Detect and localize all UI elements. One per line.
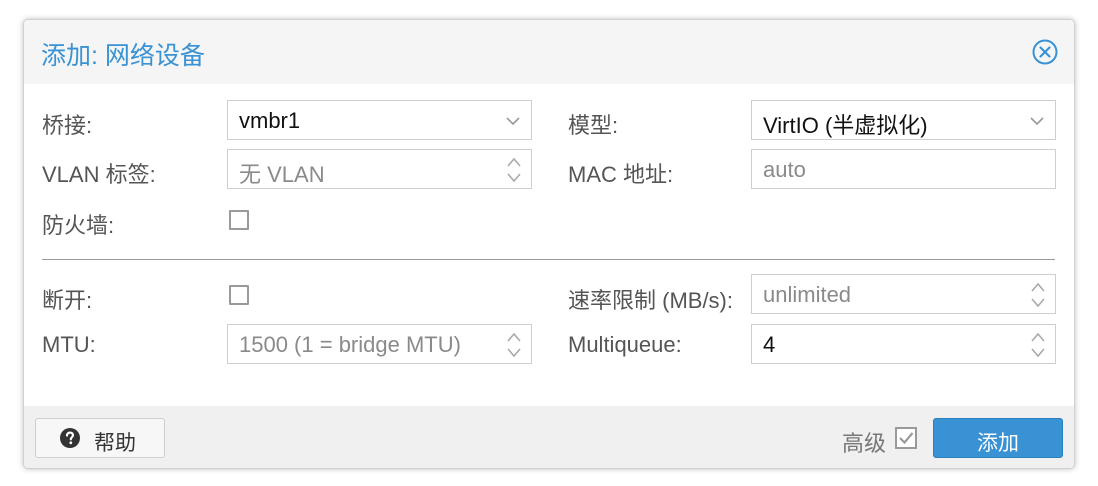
form-divider (42, 259, 1055, 260)
model-select[interactable]: VirtIO (半虚拟化) (751, 100, 1056, 140)
disconnect-checkbox[interactable] (229, 285, 249, 305)
advanced-label: 高级 (842, 431, 887, 456)
rate-limit-input[interactable]: unlimited (751, 274, 1056, 314)
spinner-icon[interactable] (506, 155, 522, 185)
chevron-down-icon[interactable] (505, 113, 521, 129)
dialog-footer: 帮助 高级 添加 (24, 406, 1074, 468)
multiqueue-value: 4 (763, 332, 776, 357)
close-icon[interactable] (1032, 39, 1058, 65)
mtu-placeholder: 1500 (1 = bridge MTU) (239, 332, 461, 357)
vlan-tag-label: VLAN 标签: (42, 162, 156, 187)
disconnect-label: 断开: (42, 288, 93, 313)
firewall-label: 防火墙: (42, 213, 115, 238)
dialog-titlebar: 添加: 网络设备 (24, 20, 1074, 84)
question-circle-icon (60, 428, 80, 448)
mtu-label: MTU: (42, 332, 96, 357)
mac-address-placeholder: auto (763, 157, 806, 182)
spinner-icon[interactable] (506, 330, 522, 360)
rate-limit-label: 速率限制 (MB/s): (568, 288, 733, 313)
bridge-value: vmbr1 (239, 108, 301, 133)
mac-address-label: MAC 地址: (568, 162, 674, 187)
multiqueue-label: Multiqueue: (568, 332, 682, 357)
multiqueue-input[interactable]: 4 (751, 324, 1056, 364)
bridge-label: 桥接: (42, 113, 93, 138)
model-value: VirtIO (半虚拟化) (763, 113, 928, 138)
add-network-device-dialog: 添加: 网络设备 桥接: vmbr1 模型: VirtIO (半虚拟化) VLA… (23, 19, 1075, 469)
model-label: 模型: (568, 113, 619, 138)
help-button-label: 帮助 (94, 432, 136, 455)
vlan-tag-input[interactable]: 无 VLAN (227, 149, 532, 189)
mtu-input[interactable]: 1500 (1 = bridge MTU) (227, 324, 532, 364)
vlan-tag-placeholder: 无 VLAN (239, 162, 325, 187)
help-button[interactable]: 帮助 (35, 418, 165, 458)
spinner-icon[interactable] (1030, 280, 1046, 310)
rate-limit-placeholder: unlimited (763, 282, 852, 307)
bridge-select[interactable]: vmbr1 (227, 100, 532, 140)
spinner-icon[interactable] (1030, 330, 1046, 360)
dialog-title: 添加: 网络设备 (41, 42, 205, 70)
advanced-checkbox[interactable] (895, 427, 917, 449)
chevron-down-icon[interactable] (1029, 113, 1045, 129)
firewall-checkbox[interactable] (229, 210, 249, 230)
mac-address-input[interactable]: auto (751, 149, 1056, 189)
add-button-label: 添加 (977, 432, 1019, 455)
add-button[interactable]: 添加 (933, 418, 1063, 458)
